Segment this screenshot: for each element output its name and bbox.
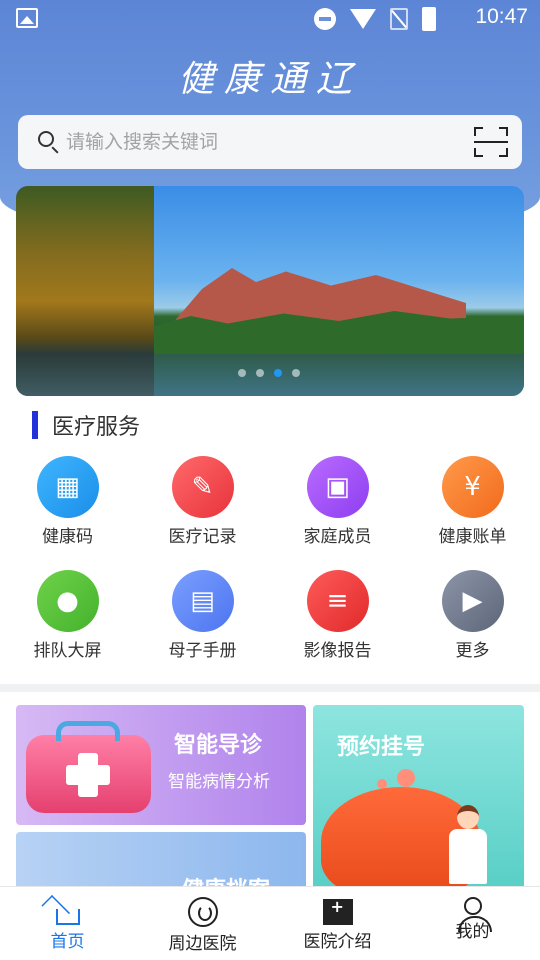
section-accent-bar	[32, 411, 38, 439]
service-label: 家庭成员	[303, 527, 372, 547]
do-not-disturb-icon	[314, 8, 336, 30]
service-imaging-report[interactable]: ≡ 影像报告	[270, 570, 405, 661]
service-label: 健康账单	[438, 527, 507, 547]
carousel-indicator	[238, 369, 300, 377]
person-icon: ●	[56, 586, 79, 616]
service-mother-child-handbook[interactable]: ▤ 母子手册	[135, 570, 270, 661]
appointment-booking-card[interactable]: 预约挂号	[313, 705, 524, 890]
search-input[interactable]	[66, 125, 446, 159]
tab-label: 医院介绍	[303, 932, 372, 952]
tab-home[interactable]: 首页	[0, 887, 135, 960]
tab-label: 周边医院	[168, 934, 237, 954]
service-label: 更多	[455, 641, 490, 661]
smart-triage-subtitle: 智能病情分析	[168, 772, 270, 792]
service-label: 医疗记录	[168, 527, 237, 547]
smart-triage-title: 智能导诊	[174, 733, 263, 758]
status-bar: 10:47	[0, 0, 540, 36]
section-title: 医疗服务	[52, 415, 141, 440]
bill-yen-icon: ¥	[464, 472, 481, 502]
appointment-booking-title: 预约挂号	[337, 735, 426, 760]
status-time: 10:47	[475, 5, 528, 28]
service-label: 影像报告	[303, 641, 372, 661]
health-archive-card[interactable]: 健康档案	[16, 832, 306, 892]
search-icon	[38, 131, 54, 147]
doctor-illustration	[443, 805, 493, 890]
service-label: 排队大屏	[33, 641, 102, 661]
service-medical-records[interactable]: ✎ 医疗记录	[135, 456, 270, 547]
location-pin-icon	[187, 897, 218, 927]
search-bar[interactable]	[18, 115, 522, 169]
banner-image-forest	[16, 186, 154, 396]
scan-icon[interactable]	[474, 127, 508, 157]
service-label: 健康码	[42, 527, 93, 547]
app-title: 健康通辽	[177, 59, 362, 100]
bottom-tab-bar: 首页 周边医院 医院介绍 我的	[0, 886, 540, 960]
wifi-icon	[350, 9, 376, 29]
book-icon: ▤	[190, 586, 215, 616]
service-queue-screen[interactable]: ● 排队大屏	[0, 570, 135, 661]
wallet-icon: ▣	[325, 472, 350, 502]
home-icon	[55, 909, 80, 925]
banner-carousel[interactable]	[16, 186, 524, 396]
smart-triage-card[interactable]: 智能导诊 智能病情分析	[16, 705, 306, 825]
tab-label: 首页	[50, 932, 85, 952]
carousel-dot[interactable]	[256, 369, 264, 377]
tab-hospital-intro[interactable]: 医院介绍	[270, 887, 405, 960]
calendar-edit-icon: ✎	[191, 472, 214, 502]
service-label: 母子手册	[168, 641, 237, 661]
battery-icon	[422, 7, 436, 31]
carousel-dot-active[interactable]	[274, 369, 282, 377]
qr-code-icon: ▦	[55, 472, 80, 502]
section-divider	[0, 684, 540, 692]
service-more[interactable]: ▶ 更多	[405, 570, 540, 661]
section-header: 医疗服务	[32, 410, 140, 440]
tab-profile[interactable]: 我的	[405, 887, 540, 960]
hospital-icon	[322, 897, 353, 925]
service-health-code[interactable]: ▦ 健康码	[0, 456, 135, 547]
carousel-dot[interactable]	[292, 369, 300, 377]
medical-kit-illustration	[26, 721, 151, 813]
carousel-dot[interactable]	[238, 369, 246, 377]
no-sim-icon	[390, 8, 408, 30]
service-family-members[interactable]: ▣ 家庭成员	[270, 456, 405, 547]
play-arrow-icon: ▶	[462, 586, 483, 616]
tab-nearby-hospitals[interactable]: 周边医院	[135, 887, 270, 960]
gallery-icon	[16, 8, 38, 28]
report-doc-icon: ≡	[326, 586, 349, 616]
user-icon	[457, 897, 492, 932]
service-health-bill[interactable]: ¥ 健康账单	[405, 456, 540, 547]
